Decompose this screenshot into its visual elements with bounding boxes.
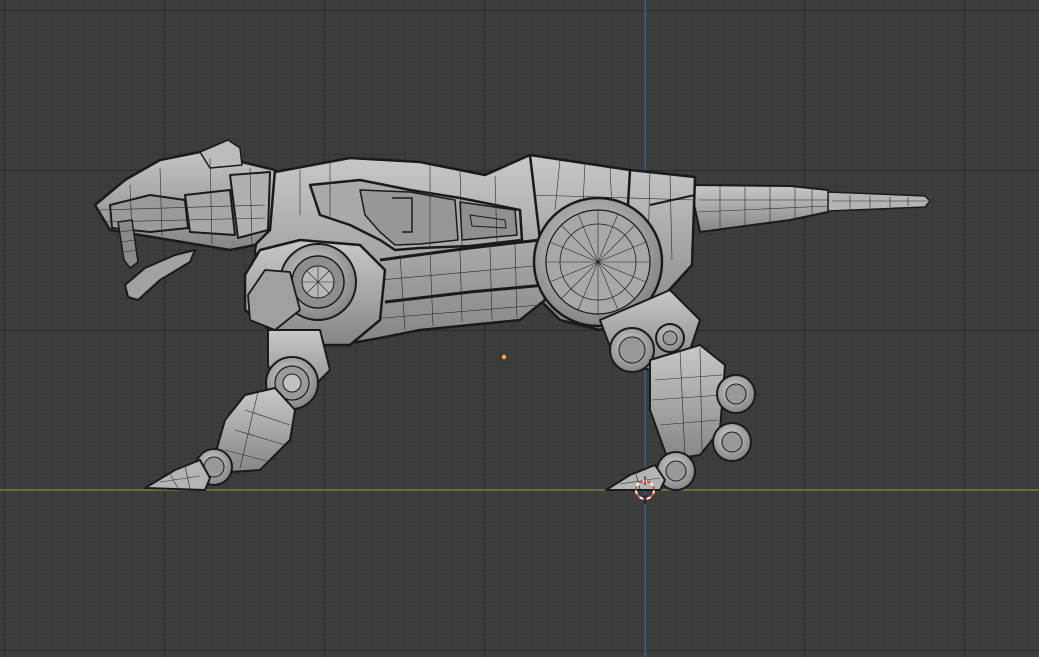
tail[interactable] (689, 184, 931, 233)
robot-tiger-model[interactable] (93, 139, 931, 491)
3d-viewport[interactable] (0, 0, 1039, 657)
object-origin-icon[interactable] (500, 353, 508, 361)
rear-leg[interactable] (599, 289, 756, 491)
viewport-scene[interactable] (0, 0, 1039, 657)
front-leg[interactable] (144, 329, 331, 491)
front-paw (144, 459, 211, 491)
rear-paw (605, 464, 666, 491)
